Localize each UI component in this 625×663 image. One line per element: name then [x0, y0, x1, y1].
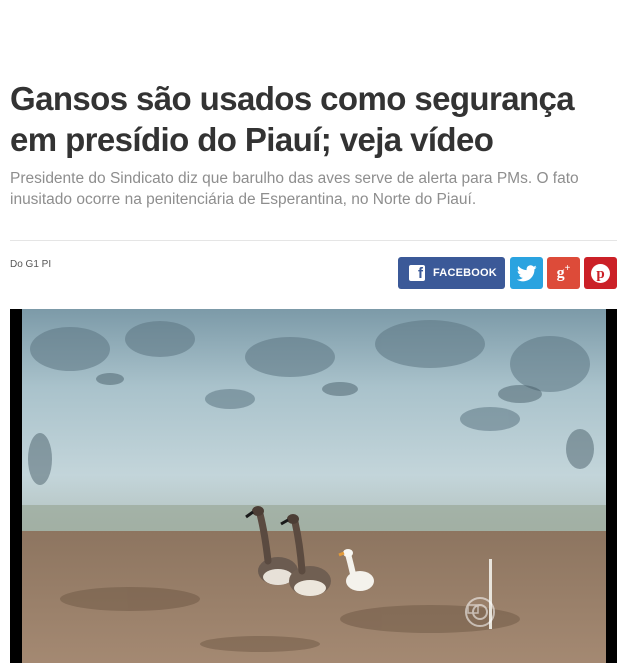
- article-byline: Do G1 PI: [10, 259, 52, 270]
- video-player[interactable]: [10, 309, 617, 663]
- facebook-share-button[interactable]: f FACEBOOK: [398, 257, 505, 289]
- twitter-share-button[interactable]: [510, 257, 543, 289]
- twitter-icon: [516, 264, 537, 281]
- google-plus-icon: g+: [556, 263, 571, 282]
- google-plus-share-button[interactable]: g+: [547, 257, 580, 289]
- article-headline: Gansos são usados como segurança em pres…: [10, 80, 575, 158]
- article-subtitle: Presidente do Sindicato diz que barulho …: [10, 170, 579, 208]
- video-thumbnail: [10, 309, 617, 663]
- pinterest-share-button[interactable]: p: [584, 257, 617, 289]
- facebook-icon: f: [409, 265, 425, 281]
- facebook-share-label: FACEBOOK: [433, 267, 497, 279]
- pinterest-icon: p: [591, 263, 610, 283]
- header-divider: [10, 240, 617, 241]
